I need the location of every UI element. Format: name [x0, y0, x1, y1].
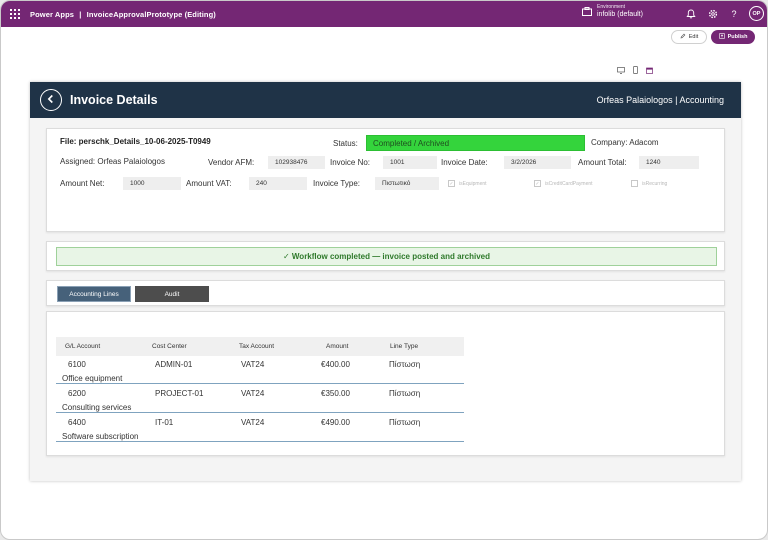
company-label: Company: Adacom	[591, 138, 659, 147]
line-type-cell: Πίστωση	[389, 360, 421, 369]
monitor-icon[interactable]	[617, 61, 625, 79]
amount-total-field[interactable]: 1240	[639, 156, 699, 169]
gl-account-cell: 6400	[68, 418, 86, 427]
file-name: File: perschk_Details_10-06-2025-T0949	[60, 137, 211, 146]
amount-total-label: Amount Total:	[578, 158, 627, 167]
is-equipment-checkbox[interactable]: ✓ isEquipment	[448, 180, 487, 187]
amount-vat-label: Amount VAT:	[186, 179, 232, 188]
amount-cell: €490.00	[321, 418, 350, 427]
is-recurring-checkbox[interactable]: isRecurring	[631, 180, 667, 187]
vendor-afm-label: Vendor AFM:	[208, 158, 255, 167]
column-header-line-type: Line Type	[390, 343, 419, 350]
column-header-tax-account: Tax Account	[239, 343, 275, 350]
accounting-lines-card: G/L Account Cost Center Tax Account Amou…	[46, 311, 725, 456]
invoice-type-field[interactable]: Πιστωτικό	[375, 177, 439, 190]
status-field[interactable]: Completed / Archived	[366, 135, 585, 151]
title-separator: |	[79, 9, 82, 19]
is-recurring-label: isRecurring	[642, 180, 668, 187]
publish-icon	[718, 33, 725, 41]
description-cell: Software subscription	[62, 432, 139, 441]
amount-net-label: Amount Net:	[60, 179, 105, 188]
invoice-no-field[interactable]: 1001	[383, 156, 437, 169]
user-department: Orfeas Palaiologos | Accounting	[596, 95, 724, 105]
app-title-bar: Power Apps | InvoiceApprovalPrototype (E…	[30, 10, 216, 19]
amount-cell: €400.00	[321, 360, 350, 369]
power-apps-topbar: Power Apps | InvoiceApprovalPrototype (E…	[1, 1, 767, 27]
invoice-details-screen: Invoice Details Orfeas Palaiologos | Acc…	[30, 82, 741, 481]
tabs-bar: Accounting Lines Audit	[46, 280, 725, 306]
description-cell: Office equipment	[62, 374, 123, 383]
screen-header: Invoice Details Orfeas Palaiologos | Acc…	[30, 82, 741, 118]
calendar-icon[interactable]	[646, 61, 653, 79]
preview-device-toolbar	[613, 61, 657, 79]
cost-center-cell: PROJECT-01	[155, 389, 204, 398]
amount-cell: €350.00	[321, 389, 350, 398]
publish-label: Publish	[727, 34, 748, 40]
chevron-left-icon	[46, 91, 56, 109]
page-title: Invoice Details	[70, 93, 158, 107]
cost-center-cell: ADMIN-01	[155, 360, 193, 369]
tab-audit[interactable]: Audit	[135, 286, 209, 302]
table-row[interactable]: 6200 PROJECT-01 VAT24 €350.00 Πίστωση Co…	[56, 385, 464, 413]
gl-account-cell: 6200	[68, 389, 86, 398]
grid-header: G/L Account Cost Center Tax Account Amou…	[56, 337, 464, 356]
environment-label: Environment	[597, 4, 626, 10]
tab-accounting-lines[interactable]: Accounting Lines	[57, 286, 131, 302]
app-launcher-icon[interactable]	[10, 9, 20, 19]
assigned-label: Assigned: Orfeas Palaiologos	[60, 157, 165, 166]
invoice-date-label: Invoice Date:	[441, 158, 488, 167]
pencil-icon	[680, 33, 686, 41]
status-label: Status:	[333, 139, 358, 148]
tax-account-cell: VAT24	[241, 389, 265, 398]
help-icon[interactable]: ?	[728, 8, 740, 20]
avatar[interactable]: OP	[749, 6, 764, 21]
cost-center-cell: IT-01	[155, 418, 174, 427]
gear-icon[interactable]	[707, 8, 719, 20]
workflow-status-banner: ✓ Workflow completed — invoice posted an…	[56, 247, 717, 266]
column-header-gl-account: G/L Account	[65, 343, 101, 350]
tax-account-cell: VAT24	[241, 360, 265, 369]
amount-vat-field[interactable]: 240	[249, 177, 307, 190]
line-type-cell: Πίστωση	[389, 418, 421, 427]
column-header-cost-center: Cost Center	[152, 343, 187, 350]
table-row[interactable]: 6400 IT-01 VAT24 €490.00 Πίστωση Softwar…	[56, 414, 464, 442]
app-file-name: InvoiceApprovalPrototype (Editing)	[86, 9, 216, 19]
invoice-no-label: Invoice No:	[330, 158, 371, 167]
environment-value: infolib (default)	[597, 11, 643, 18]
description-cell: Consulting services	[62, 403, 132, 412]
app-window: Power Apps | InvoiceApprovalPrototype (E…	[0, 0, 768, 540]
column-header-amount: Amount	[326, 343, 349, 350]
invoice-details-card: File: perschk_Details_10-06-2025-T0949 S…	[46, 128, 725, 232]
is-credit-card-payment-label: isCreditCardPayment	[545, 180, 593, 187]
amount-net-field[interactable]: 1000	[123, 177, 181, 190]
invoice-date-field[interactable]: 3/2/2026	[504, 156, 571, 169]
checkmark-icon: ✓	[448, 180, 455, 187]
checkmark-icon: ✓	[534, 180, 541, 187]
product-name: Power Apps	[30, 9, 75, 19]
environment-picker[interactable]: Environment infolib (default)	[582, 5, 643, 18]
is-credit-card-payment-checkbox[interactable]: ✓ isCreditCardPayment	[534, 180, 593, 187]
environment-icon	[582, 7, 592, 16]
workflow-banner-card: ✓ Workflow completed — invoice posted an…	[46, 241, 725, 271]
mobile-icon[interactable]	[633, 61, 638, 79]
vendor-afm-field[interactable]: 102938476	[268, 156, 325, 169]
table-row[interactable]: 6100 ADMIN-01 VAT24 €400.00 Πίστωση Offi…	[56, 356, 464, 384]
gl-account-cell: 6100	[68, 360, 86, 369]
edit-label: Edit	[688, 34, 699, 40]
empty-checkbox-icon	[631, 180, 638, 187]
edit-button[interactable]: Edit	[671, 30, 707, 44]
back-button[interactable]	[40, 89, 62, 111]
tax-account-cell: VAT24	[241, 418, 265, 427]
line-type-cell: Πίστωση	[389, 389, 421, 398]
invoice-type-label: Invoice Type:	[313, 179, 360, 188]
bell-icon[interactable]	[685, 8, 697, 20]
is-equipment-label: isEquipment	[459, 180, 487, 187]
publish-button[interactable]: Publish	[711, 30, 755, 44]
